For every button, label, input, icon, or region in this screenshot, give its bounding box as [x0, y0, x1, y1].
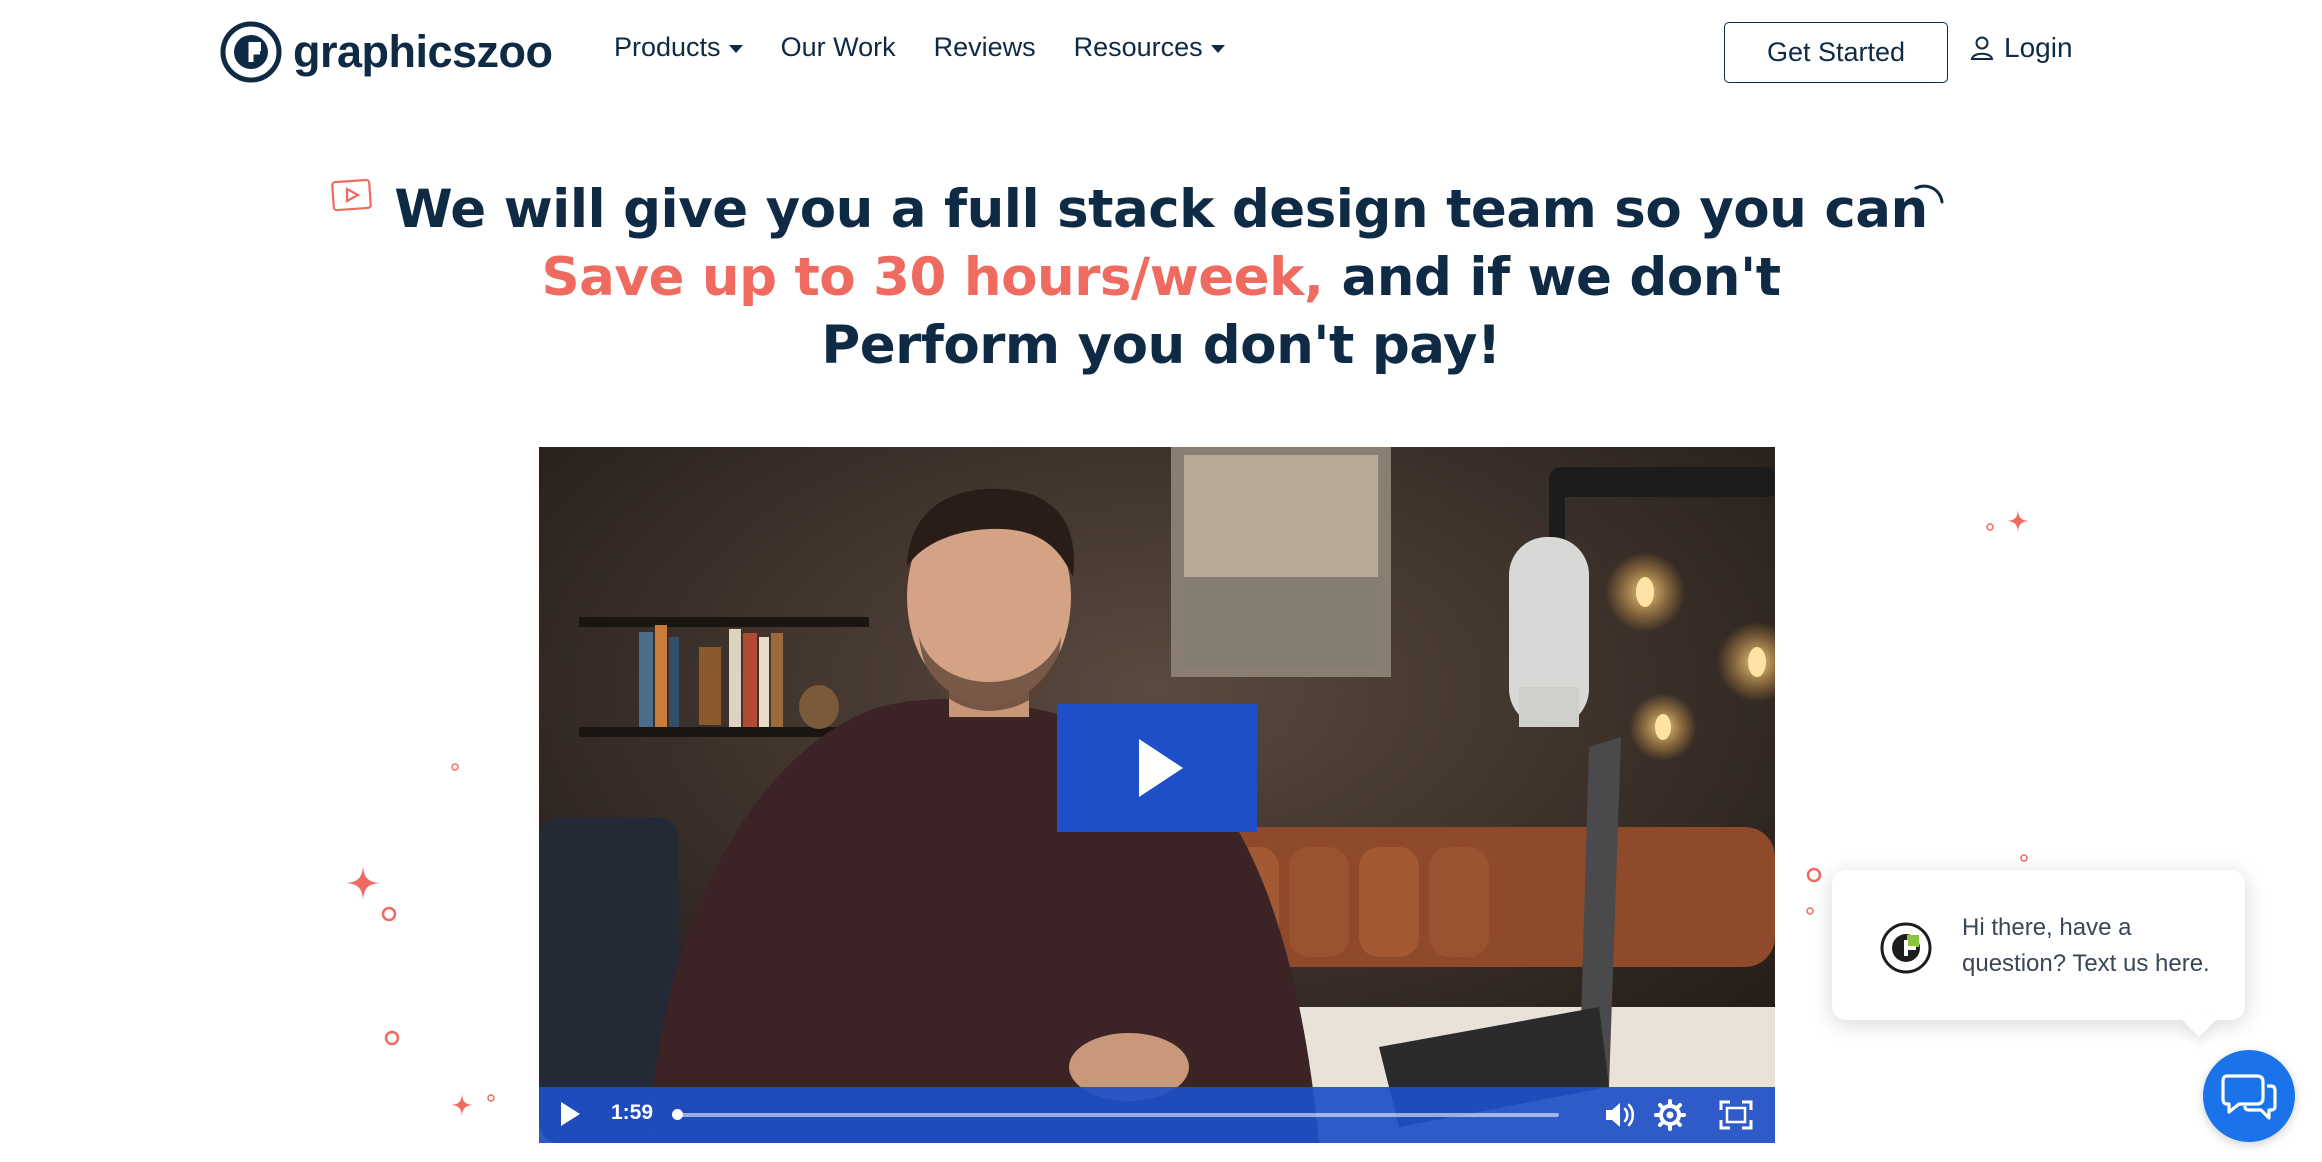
progress-track[interactable] [677, 1113, 1559, 1117]
nav-item-label: Products [614, 32, 721, 62]
sparkle-icon [2007, 510, 2029, 532]
dot-icon [1806, 907, 1814, 915]
hero-line-3: Perform you don't pay! [821, 315, 1501, 376]
hero-accent-text: Save up to 30 hours/week, [541, 247, 1324, 308]
settings-icon[interactable] [1653, 1099, 1687, 1131]
sparkle-icon [346, 866, 380, 900]
chat-prompt[interactable]: Hi there, have a question? Text us here. [1832, 870, 2245, 1020]
chat-icon [2221, 1074, 2277, 1120]
play-button[interactable] [1057, 704, 1257, 832]
nav-item-reviews[interactable]: Reviews [934, 32, 1036, 63]
play-icon [1139, 739, 1183, 797]
chat-message: Hi there, have a question? Text us here. [1962, 914, 2210, 977]
ring-icon [1806, 867, 1822, 883]
hero-heading: We will give you a full stack design tea… [0, 176, 2322, 380]
nav-item-products[interactable]: Products [614, 32, 743, 63]
logo-mark-icon [220, 21, 282, 83]
ring-icon [384, 1030, 400, 1046]
volume-icon[interactable] [1603, 1099, 1637, 1131]
dot-icon [2020, 854, 2028, 862]
nav-item-label: Our Work [780, 32, 896, 62]
caret-down-icon [1210, 44, 1225, 53]
video-time: 1:59 [611, 1101, 654, 1124]
dot-icon [487, 1094, 495, 1102]
login-link[interactable]: Login [1970, 32, 2073, 64]
nav-item-label: Reviews [933, 32, 1036, 62]
control-play-icon[interactable] [561, 1102, 580, 1126]
dot-icon [451, 763, 459, 771]
fullscreen-icon[interactable] [1719, 1099, 1753, 1131]
nav-item-resources[interactable]: Resources [1074, 32, 1225, 63]
user-icon [1970, 36, 1994, 60]
chat-avatar-icon [1880, 922, 1932, 974]
video-controls: 1:59 [539, 1087, 1775, 1143]
main-menu: Products Our Work Reviews Resources [614, 32, 1263, 63]
hero-line-2: Save up to 30 hours/week, and if we don'… [0, 244, 2322, 312]
hero-line-2-rest: and if we don't [1323, 247, 1781, 308]
chat-launcher-button[interactable] [2203, 1050, 2295, 1142]
hero-line-1: We will give you a full stack design tea… [394, 179, 1928, 240]
caret-down-icon [728, 44, 743, 53]
video-player[interactable]: 1:59 [539, 447, 1775, 1143]
progress-thumb[interactable] [671, 1109, 683, 1120]
ring-icon [381, 906, 397, 922]
logo-text: graphicszoo [293, 26, 553, 77]
nav-item-label: Resources [1073, 32, 1203, 62]
login-label: Login [2004, 32, 2073, 63]
nav-item-our-work[interactable]: Our Work [781, 32, 896, 63]
dot-icon [1986, 523, 1994, 531]
sparkle-icon [451, 1094, 473, 1116]
logo[interactable]: graphicszoo [219, 20, 553, 84]
top-nav: graphicszoo Products Our Work Reviews Re… [0, 0, 2322, 104]
get-started-button[interactable]: Get Started [1724, 22, 1948, 83]
